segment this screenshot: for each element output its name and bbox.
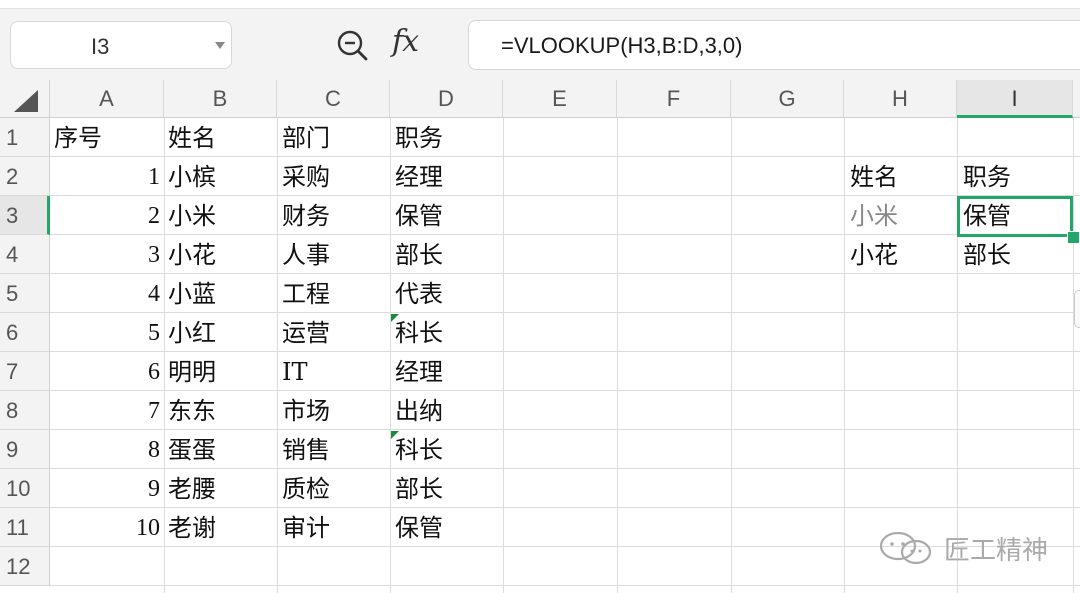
- cell-c10[interactable]: 质检: [282, 469, 387, 507]
- cell-a2[interactable]: 1: [54, 157, 160, 195]
- cell-c4[interactable]: 人事: [282, 235, 387, 273]
- row-header-10[interactable]: 10: [0, 469, 50, 508]
- fill-handle[interactable]: [1067, 231, 1080, 244]
- formula-input[interactable]: =VLOOKUP(H3,B:D,3,0): [468, 20, 1080, 70]
- cell-a3[interactable]: 2: [54, 196, 160, 234]
- cell-b3[interactable]: 小米: [168, 196, 273, 234]
- insert-function-icon[interactable]: fx: [392, 24, 419, 59]
- cell-d6[interactable]: 科长: [395, 313, 500, 351]
- cell-a7[interactable]: 6: [54, 352, 160, 390]
- grid-line: [844, 118, 845, 593]
- cell-d7[interactable]: 经理: [395, 352, 500, 390]
- column-header-g[interactable]: G: [731, 80, 844, 118]
- cell-c6[interactable]: 运营: [282, 313, 387, 351]
- column-header-h[interactable]: H: [844, 80, 957, 118]
- name-box-value: I3: [91, 34, 110, 59]
- row-header-7[interactable]: 7: [0, 352, 50, 391]
- row-header-1[interactable]: 1: [0, 118, 50, 157]
- cell-b2[interactable]: 小槟: [168, 157, 273, 195]
- cell-d2[interactable]: 经理: [395, 157, 500, 195]
- cell-d3[interactable]: 保管: [395, 196, 500, 234]
- window-top-strip: [0, 0, 1080, 9]
- cell-h2[interactable]: 姓名: [850, 157, 952, 195]
- row-header-11[interactable]: 11: [0, 508, 50, 547]
- grid-line: [731, 118, 732, 593]
- row-header-8[interactable]: 8: [0, 391, 50, 430]
- row-header-9[interactable]: 9: [0, 430, 50, 469]
- active-cell-selection: [957, 196, 1073, 237]
- cell-b4[interactable]: 小花: [168, 235, 273, 273]
- cell-c3[interactable]: 财务: [282, 196, 387, 234]
- cell-c8[interactable]: 市场: [282, 391, 387, 429]
- grid-line: [957, 118, 958, 593]
- cell-i4[interactable]: 部长: [963, 235, 1068, 273]
- column-header-f[interactable]: F: [617, 80, 731, 118]
- cell-a8[interactable]: 7: [54, 391, 160, 429]
- row-header-2[interactable]: 2: [0, 157, 50, 196]
- cell-d5[interactable]: 代表: [395, 274, 500, 312]
- cell-comment-marker: [391, 431, 399, 439]
- select-all-icon: [14, 90, 38, 112]
- cell-a5[interactable]: 4: [54, 274, 160, 312]
- cell-c11[interactable]: 审计: [282, 508, 387, 546]
- grid-line: [164, 118, 165, 593]
- cell-a11[interactable]: 10: [54, 508, 160, 546]
- cell-c7[interactable]: IT: [282, 352, 387, 390]
- column-header-overflow: [1073, 80, 1080, 118]
- grid-line: [503, 118, 504, 593]
- cell-d9[interactable]: 科长: [395, 430, 500, 468]
- cell-c1[interactable]: 部门: [282, 118, 387, 156]
- row-header-4[interactable]: 4: [0, 235, 50, 274]
- cell-a10[interactable]: 9: [54, 469, 160, 507]
- cell-d1[interactable]: 职务: [395, 118, 500, 156]
- chevron-down-icon[interactable]: [215, 42, 225, 49]
- row-header-5[interactable]: 5: [0, 274, 50, 313]
- cell-b11[interactable]: 老谢: [168, 508, 273, 546]
- cell-a1[interactable]: 序号: [54, 118, 160, 156]
- column-header-b[interactable]: B: [164, 80, 277, 118]
- cell-a6[interactable]: 5: [54, 313, 160, 351]
- grid-line: [617, 118, 618, 593]
- watermark: 匠工精神: [878, 528, 1048, 568]
- row-header-12[interactable]: 12: [0, 547, 50, 586]
- grid-line: [50, 585, 1080, 586]
- cell-b1[interactable]: 姓名: [168, 118, 273, 156]
- cell-c9[interactable]: 销售: [282, 430, 387, 468]
- cell-comment-marker: [391, 314, 399, 322]
- cell-b5[interactable]: 小蓝: [168, 274, 273, 312]
- scroll-handle[interactable]: [1074, 290, 1080, 328]
- column-header-c[interactable]: C: [277, 80, 390, 118]
- cell-b10[interactable]: 老腰: [168, 469, 273, 507]
- column-header-d[interactable]: D: [390, 80, 503, 118]
- zoom-icon[interactable]: [335, 28, 369, 62]
- wechat-icon: [879, 531, 932, 565]
- cell-i2[interactable]: 职务: [963, 157, 1068, 195]
- cell-h3[interactable]: 小米: [850, 196, 952, 234]
- cell-d4[interactable]: 部长: [395, 235, 500, 273]
- cell-c2[interactable]: 采购: [282, 157, 387, 195]
- watermark-text: 匠工精神: [944, 535, 1049, 566]
- cell-b6[interactable]: 小红: [168, 313, 273, 351]
- column-header-a[interactable]: A: [50, 80, 164, 118]
- row-header-6[interactable]: 6: [0, 313, 50, 352]
- cell-c5[interactable]: 工程: [282, 274, 387, 312]
- cell-h4[interactable]: 小花: [850, 235, 952, 273]
- cell-d10[interactable]: 部长: [395, 469, 500, 507]
- cell-b9[interactable]: 蛋蛋: [168, 430, 273, 468]
- column-header-i[interactable]: I: [957, 80, 1073, 118]
- name-box[interactable]: I3: [10, 21, 232, 69]
- cell-b7[interactable]: 明明: [168, 352, 273, 390]
- select-all-button[interactable]: [0, 80, 50, 118]
- cell-d8[interactable]: 出纳: [395, 391, 500, 429]
- grid-line: [1073, 118, 1074, 593]
- grid-line: [277, 118, 278, 593]
- formula-text: =VLOOKUP(H3,B:D,3,0): [501, 33, 743, 58]
- cell-a9[interactable]: 8: [54, 430, 160, 468]
- column-header-e[interactable]: E: [503, 80, 617, 118]
- cell-b8[interactable]: 东东: [168, 391, 273, 429]
- cell-d11[interactable]: 保管: [395, 508, 500, 546]
- cell-a4[interactable]: 3: [54, 235, 160, 273]
- row-header-3[interactable]: 3: [0, 196, 50, 235]
- grid-line: [390, 118, 391, 593]
